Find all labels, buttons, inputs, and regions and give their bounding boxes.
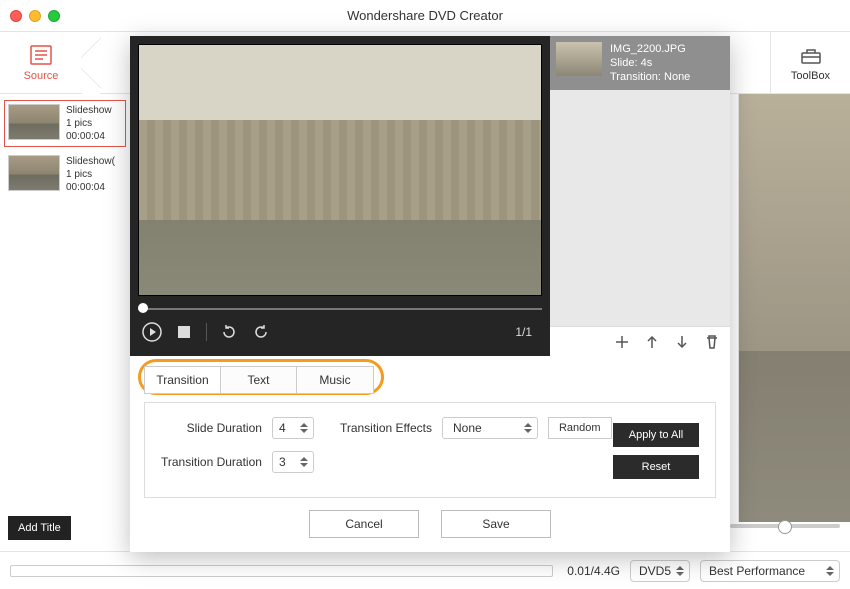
slideshow-meta: Slideshow 1 pics 00:00:04 [66,104,112,143]
clip-item[interactable]: IMG_2200.JPG Slide: 4s Transition: None [550,36,730,90]
transition-duration-stepper[interactable]: 3 [272,451,314,473]
clip-meta: IMG_2200.JPG Slide: 4s Transition: None [610,42,690,84]
slide-counter: 1/1 [515,325,538,339]
rotate-right-button[interactable] [251,322,271,342]
disc-usage-bar [10,565,553,577]
editor-tabs-wrap: Transition Text Music [130,356,730,394]
clip-thumb [556,42,602,76]
add-title-button[interactable]: Add Title [8,516,71,540]
preview-image [138,44,542,296]
play-button[interactable] [142,322,162,342]
bottom-bar: 0.01/4.4G DVD5 Best Performance [0,551,850,589]
transition-panel: Slide Duration 4 Transition Duration 3 T… [144,402,716,498]
zoom-slider[interactable] [730,524,840,528]
plus-icon[interactable] [614,334,630,350]
rotate-left-icon [221,324,237,340]
clip-tools [550,326,730,356]
background-preview [738,94,850,522]
stop-icon [178,326,190,338]
tab-text[interactable]: Text [221,367,297,393]
tab-music[interactable]: Music [297,367,373,393]
transition-effects-select[interactable]: None [442,417,538,439]
player-controls: 1/1 [138,316,542,348]
slideshow-editor-modal: 1/1 IMG_2200.JPG Slide: 4s Transition: N… [130,36,730,552]
transition-effects-label: Transition Effects [340,421,432,435]
slideshow-thumb [8,155,60,191]
trash-icon[interactable] [704,334,720,350]
slideshow-item[interactable]: Slideshow( 1 pics 00:00:04 [4,151,126,198]
tab-source[interactable]: Source [0,32,82,93]
slide-duration-label: Slide Duration [187,421,262,435]
transition-duration-label: Transition Duration [161,455,262,469]
cancel-button[interactable]: Cancel [309,510,419,538]
reset-button[interactable]: Reset [613,455,699,479]
rotate-left-button[interactable] [219,322,239,342]
play-icon [142,322,162,342]
titlebar: Wondershare DVD Creator [0,0,850,32]
close-icon[interactable] [10,10,22,22]
rotate-right-icon [253,324,269,340]
tab-toolbox[interactable]: ToolBox [770,32,850,93]
nav-arrow [82,32,100,94]
preview-row: 1/1 IMG_2200.JPG Slide: 4s Transition: N… [130,36,730,356]
clips-column: IMG_2200.JPG Slide: 4s Transition: None [550,36,730,356]
apply-all-button[interactable]: Apply to All [613,423,699,447]
scrub-bar[interactable] [138,302,542,316]
slide-duration-stepper[interactable]: 4 [272,417,314,439]
minimize-icon[interactable] [29,10,41,22]
arrow-down-icon[interactable] [674,334,690,350]
random-button[interactable]: Random [548,417,612,439]
slideshow-thumb [8,104,60,140]
tab-toolbox-label: ToolBox [791,70,830,82]
quality-select[interactable]: Best Performance [700,560,840,582]
window-title: Wondershare DVD Creator [347,8,503,23]
tab-source-label: Source [24,70,59,82]
editor-tabs: Transition Text Music [144,366,374,394]
zoom-icon[interactable] [48,10,60,22]
window-controls [10,10,60,22]
preview-main: 1/1 [130,36,550,356]
slideshow-meta: Slideshow( 1 pics 00:00:04 [66,155,115,194]
save-button[interactable]: Save [441,510,551,538]
toolbox-icon [798,44,824,66]
sidebar: Slideshow 1 pics 00:00:04 Slideshow( 1 p… [4,100,126,198]
document-icon [28,44,54,66]
arrow-up-icon[interactable] [644,334,660,350]
disc-type-select[interactable]: DVD5 [630,560,690,582]
modal-footer: Cancel Save [130,498,730,550]
tab-transition[interactable]: Transition [145,367,221,393]
disc-usage-text: 0.01/4.4G [567,564,620,578]
stop-button[interactable] [174,322,194,342]
slideshow-item[interactable]: Slideshow 1 pics 00:00:04 [4,100,126,147]
